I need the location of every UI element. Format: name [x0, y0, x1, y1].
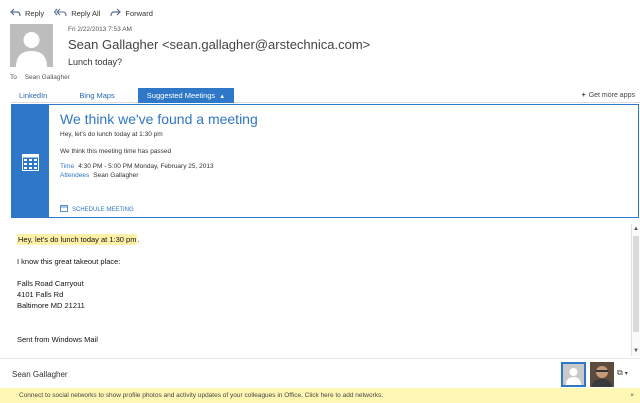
social-network-notification[interactable]: Connect to social networks to show profi…: [0, 388, 640, 403]
card-title: We think we've found a meeting: [60, 111, 258, 127]
contact-avatar-placeholder[interactable]: [561, 362, 586, 387]
message-body[interactable]: Hey, let's do lunch today at 1:30 pm. I …: [17, 234, 617, 356]
close-icon[interactable]: ×: [630, 388, 634, 403]
forward-button[interactable]: Forward: [110, 8, 153, 19]
chevron-down-icon: ▾: [624, 371, 628, 377]
address-line-1: Falls Road Carryout: [17, 279, 84, 288]
calendar-small-icon: [60, 205, 68, 214]
reply-icon: [10, 8, 21, 19]
body-signature: Sent from Windows Mail: [17, 335, 98, 344]
schedule-meeting-label: SCHEDULE MEETING: [72, 206, 134, 213]
reply-all-button[interactable]: Reply All: [53, 8, 101, 19]
reply-button[interactable]: Reply: [10, 8, 44, 19]
scroll-down-icon[interactable]: ▼: [633, 348, 639, 354]
meeting-attendees-row: Attendees Sean Gallagher: [60, 172, 138, 179]
attendees-label: Attendees: [60, 172, 90, 179]
apps-tab-bar: LinkedIn Bing Maps Suggested Meetings ▲ +…: [10, 88, 640, 103]
card-subtitle: Hey, let's do lunch today at 1:30 pm: [60, 131, 163, 138]
people-pane-icon: ⧉: [617, 368, 623, 377]
time-label: Time: [60, 163, 75, 170]
forward-label: Forward: [125, 8, 153, 18]
address-line-3: Baltimore MD 21211: [17, 301, 85, 310]
people-pane-options-button[interactable]: ⧉ ▾: [617, 368, 628, 378]
chevron-up-icon: ▲: [219, 94, 226, 100]
schedule-meeting-button[interactable]: SCHEDULE MEETING: [60, 205, 134, 214]
plus-icon: +: [581, 92, 586, 99]
message-sender[interactable]: Sean Gallagher <sean.gallagher@arstechni…: [68, 37, 370, 52]
message-subject: Lunch today?: [68, 57, 123, 67]
time-value: 4:30 PM - 5:00 PM Monday, February 25, 2…: [78, 163, 214, 170]
message-actions: Reply Reply All Forward: [10, 6, 163, 20]
forward-icon: [110, 8, 122, 19]
to-label: To: [10, 74, 17, 81]
attendees-value: Sean Gallagher: [93, 172, 139, 179]
card-sidebar: [12, 105, 49, 217]
card-status: We think this meeting time has passed: [60, 148, 172, 155]
body-line-1: Hey, let's do lunch today at 1:30 pm.: [17, 234, 617, 245]
suggested-meeting-card: We think we've found a meeting Hey, let'…: [11, 104, 639, 218]
address-line-2: 4101 Falls Rd: [17, 290, 64, 299]
scroll-up-icon[interactable]: ▲: [633, 226, 639, 232]
tab-bing-maps[interactable]: Bing Maps: [70, 88, 123, 103]
message-date: Fri 2/22/2013 7:53 AM: [68, 26, 132, 33]
body-address: Falls Road Carryout 4101 Falls Rd Baltim…: [17, 278, 617, 311]
body-line-2: I know this great takeout place:: [17, 257, 121, 266]
reply-all-label: Reply All: [71, 8, 101, 18]
reply-all-icon: [53, 8, 67, 19]
meeting-time-row: Time 4:30 PM - 5:00 PM Monday, February 2…: [60, 163, 214, 170]
highlighted-meeting-text[interactable]: Hey, let's do lunch today at 1:30 pm: [17, 234, 138, 245]
recipient-line: To Sean Gallagher: [10, 74, 70, 81]
people-pane: Sean Gallagher ⧉ ▾: [0, 358, 640, 388]
recipient-name[interactable]: Sean Gallagher: [25, 74, 70, 81]
reply-label: Reply: [25, 8, 45, 18]
calendar-icon: [22, 154, 39, 176]
get-more-apps-button[interactable]: + Get more apps: [582, 88, 635, 103]
body-scrollbar[interactable]: ▲ ▼: [631, 224, 640, 356]
people-pane-name[interactable]: Sean Gallagher: [12, 370, 68, 379]
sender-avatar: [10, 24, 53, 67]
highlight-period: .: [137, 235, 140, 244]
contact-photo[interactable]: [590, 362, 614, 387]
get-more-apps-label: Get more apps: [588, 92, 635, 99]
tab-suggested-meetings[interactable]: Suggested Meetings ▲: [137, 88, 235, 103]
tab-suggested-meetings-label: Suggested Meetings: [146, 91, 216, 100]
scrollbar-thumb[interactable]: [633, 236, 639, 332]
tab-linkedin[interactable]: LinkedIn: [10, 88, 56, 103]
highlight-text: Hey, let's do lunch today at 1:30 pm: [18, 235, 137, 244]
notification-text: Connect to social networks to show profi…: [19, 392, 384, 399]
